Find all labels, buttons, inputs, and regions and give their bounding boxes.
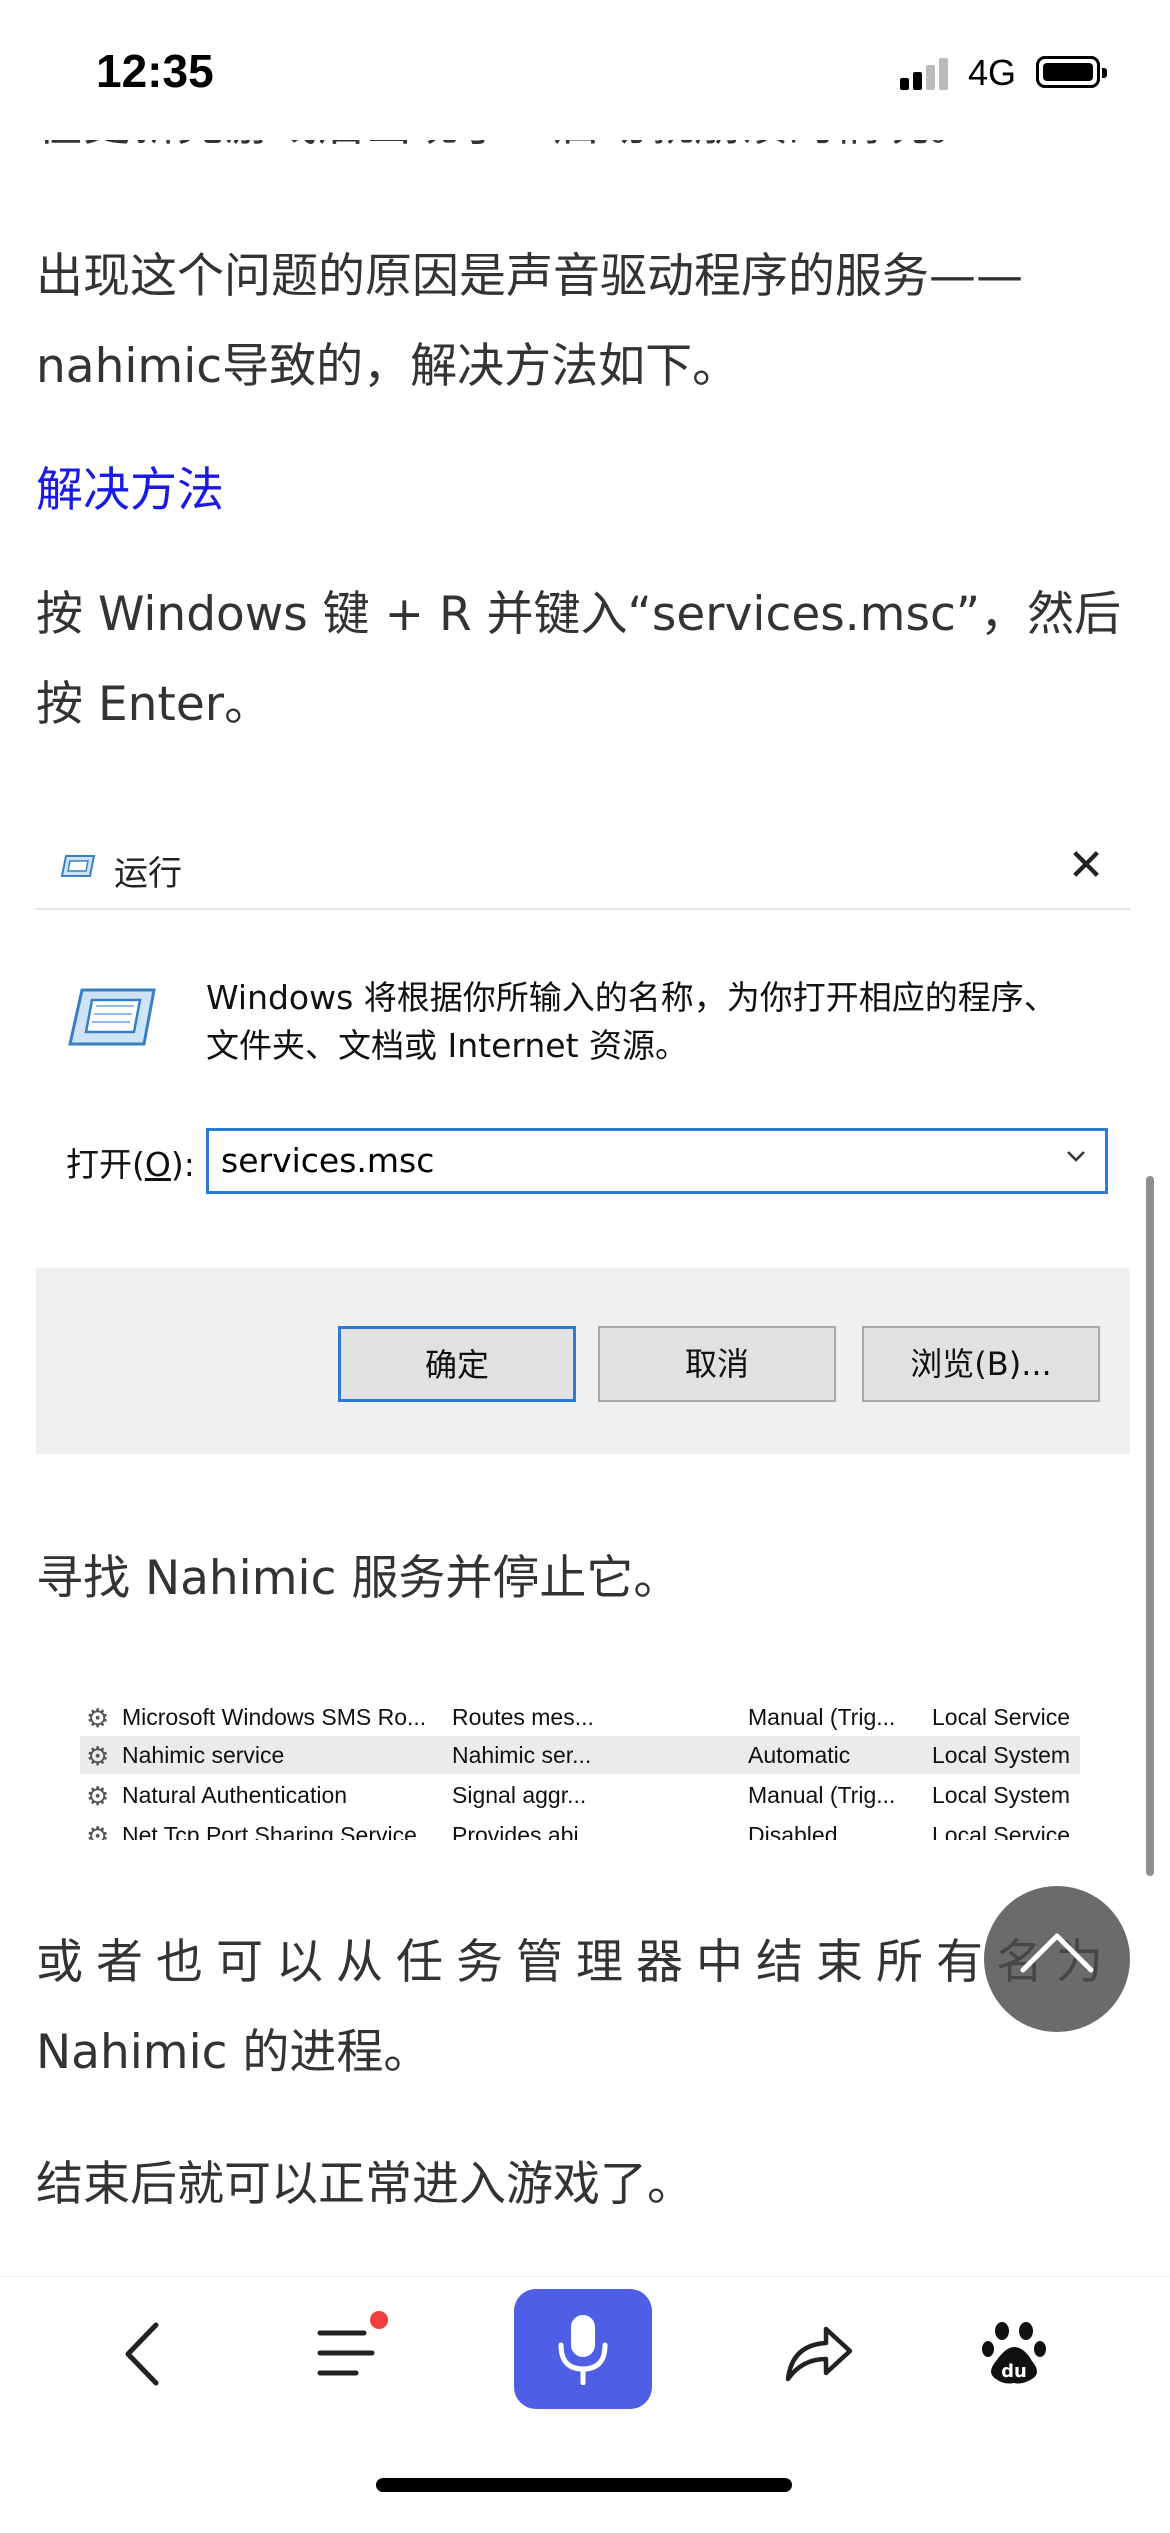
- service-description: Provides abi...: [452, 1822, 598, 1840]
- service-description: Nahimic ser...: [452, 1742, 592, 1768]
- service-description: Signal aggr...: [452, 1782, 587, 1808]
- text-line: 或者也可以从任务管理器中结束所有名为: [36, 1935, 1116, 1990]
- notification-badge: [370, 2311, 388, 2329]
- open-combobox[interactable]: services.msc: [206, 1128, 1108, 1194]
- back-icon: [125, 2322, 159, 2386]
- status-time: 12:35: [96, 45, 214, 97]
- status-bar: 12:35 4G: [0, 0, 1170, 140]
- service-startup: Manual (Trig...: [748, 1704, 896, 1730]
- browse-button[interactable]: 浏览(B)...: [862, 1326, 1100, 1402]
- run-dialog-footer: 确定 取消 浏览(B)...: [36, 1268, 1130, 1454]
- bottom-nav: du: [0, 2276, 1170, 2533]
- baidu-button[interactable]: du: [940, 2277, 1090, 2427]
- home-indicator[interactable]: [376, 2478, 792, 2492]
- service-logon: Local Service: [932, 1704, 1071, 1730]
- table-row: ⚙ Microsoft Windows SMS Ro... Routes mes…: [80, 1698, 1080, 1736]
- microphone-icon: [558, 2315, 608, 2385]
- service-name: Natural Authentication: [122, 1782, 348, 1808]
- run-icon: [60, 855, 96, 877]
- close-icon[interactable]: ✕: [1060, 840, 1112, 892]
- service-startup: Disabled: [748, 1822, 838, 1840]
- gear-icon: ⚙: [86, 1741, 110, 1771]
- text-line: Nahimic 的进程。: [36, 2025, 431, 2080]
- text-line: 按 Enter。: [36, 677, 272, 732]
- chevron-down-icon[interactable]: [1065, 1145, 1087, 1167]
- gear-icon: ⚙: [86, 1703, 110, 1733]
- open-input-value[interactable]: services.msc: [221, 1141, 434, 1180]
- article-paragraph: 结束后就可以正常进入游戏了。: [36, 2157, 694, 2212]
- run-dialog-image: 运行 ✕ Windows 将根据你所输入的名称，为你打开相应的程序、 文件夹、文…: [36, 828, 1130, 1454]
- article-paragraph: 或者也可以从任务管理器中结束所有名为 Nahimic 的进程。: [36, 1918, 1116, 2098]
- chevron-up-icon: [1020, 1933, 1094, 1973]
- service-name: Microsoft Windows SMS Ro...: [122, 1704, 427, 1730]
- share-button[interactable]: [742, 2277, 892, 2427]
- service-name: Net Tcp Port Sharing Service: [122, 1822, 417, 1840]
- divider: [36, 908, 1130, 910]
- services-list-image: ⚙ Microsoft Windows SMS Ro... Routes mes…: [80, 1698, 1080, 1840]
- article-paragraph: 出现这个问题的原因是声音驱动程序的服务—— nahimic导致的，解决方法如下。: [36, 232, 1023, 412]
- back-to-top-button[interactable]: [984, 1886, 1130, 2032]
- gear-icon: ⚙: [86, 1821, 110, 1840]
- ok-button[interactable]: 确定: [338, 1326, 576, 1402]
- voice-search-button[interactable]: [514, 2289, 652, 2409]
- menu-button[interactable]: [272, 2277, 422, 2427]
- cancel-button[interactable]: 取消: [598, 1326, 836, 1402]
- service-logon: Local Service: [932, 1822, 1071, 1840]
- table-row: ⚙ Natural Authentication Signal aggr... …: [80, 1776, 1080, 1814]
- run-dialog-title: 运行: [114, 854, 182, 894]
- article-paragraph: 寻找 Nahimic 服务并停止它。: [36, 1551, 681, 1606]
- section-link[interactable]: 解决方法: [36, 446, 224, 536]
- battery-icon: [1036, 56, 1107, 88]
- service-description: Routes mes...: [452, 1704, 594, 1730]
- gear-icon: ⚙: [86, 1781, 110, 1811]
- service-name: Nahimic service: [122, 1742, 285, 1768]
- scrollbar[interactable]: [1146, 1176, 1154, 1876]
- service-startup: Manual (Trig...: [748, 1782, 896, 1808]
- share-icon: [785, 2326, 853, 2382]
- open-label: 打开(O):: [66, 1145, 195, 1184]
- run-dialog-description: Windows 将根据你所输入的名称，为你打开相应的程序、 文件夹、文档或 In…: [206, 978, 1057, 1065]
- table-row: ⚙ Net Tcp Port Sharing Service Provides …: [80, 1816, 1080, 1840]
- article-paragraph: 按 Windows 键 + R 并键入“services.msc”，然后 按 E…: [36, 570, 1121, 750]
- text-line: 按 Windows 键 + R 并键入“services.msc”，然后: [36, 587, 1122, 642]
- service-logon: Local System: [932, 1782, 1071, 1808]
- svg-text:du: du: [1001, 2361, 1027, 2382]
- network-type: 4G: [968, 52, 1017, 93]
- menu-icon: [317, 2330, 375, 2376]
- signal-icon: [900, 58, 952, 90]
- run-program-icon: [68, 988, 156, 1046]
- service-startup: Automatic: [748, 1742, 851, 1768]
- text-line: nahimic导致的，解决方法如下。: [36, 339, 740, 394]
- baidu-paw-icon: du: [982, 2322, 1046, 2384]
- service-logon: Local System: [932, 1742, 1071, 1768]
- back-button[interactable]: [72, 2277, 222, 2427]
- table-row: ⚙ Nahimic service Nahimic ser... Automat…: [80, 1736, 1080, 1774]
- text-line: 出现这个问题的原因是声音驱动程序的服务——: [36, 249, 1023, 304]
